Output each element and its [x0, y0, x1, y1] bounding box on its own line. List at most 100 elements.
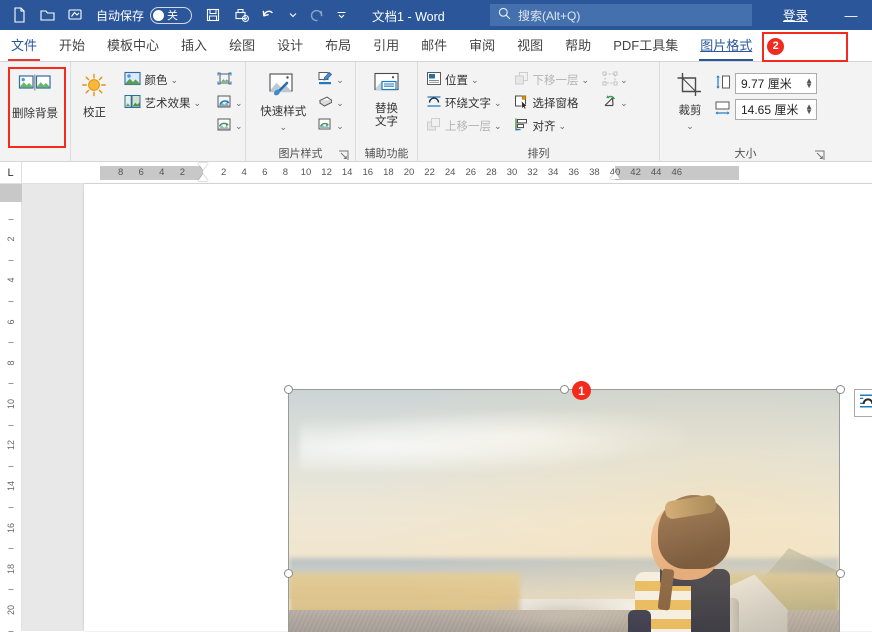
- tab-pdf-toolkit[interactable]: PDF工具集: [602, 31, 689, 61]
- resize-handle-top-left[interactable]: [284, 385, 293, 394]
- group-objects-button[interactable]: ⌄: [599, 69, 631, 91]
- chevron-down-icon[interactable]: ⌄: [620, 75, 628, 86]
- bring-forward-button[interactable]: 上移一层 ⌄: [422, 115, 506, 137]
- horizontal-ruler[interactable]: L 86422468101214161820222426283032343638…: [0, 162, 872, 184]
- open-folder-icon[interactable]: [34, 3, 60, 27]
- tab-design[interactable]: 设计: [266, 31, 314, 61]
- alt-text-label: 替换 文字: [375, 103, 398, 129]
- tab-references[interactable]: 引用: [362, 31, 410, 61]
- chevron-down-icon[interactable]: ⌄: [336, 98, 344, 109]
- tab-picture-format[interactable]: 图片格式: [689, 31, 763, 61]
- chevron-down-icon[interactable]: ⌄: [582, 75, 590, 86]
- touch-mode-icon[interactable]: [62, 3, 88, 27]
- chevron-down-icon[interactable]: ⌄: [494, 121, 502, 132]
- picture-effects-button[interactable]: ⌄: [314, 92, 347, 114]
- group-objects-icon: [602, 71, 618, 89]
- resize-handle-top-center[interactable]: [560, 385, 569, 394]
- remove-background-button[interactable]: 删除背景: [6, 66, 64, 121]
- hanging-indent-marker[interactable]: [198, 174, 208, 181]
- chevron-down-icon[interactable]: ⌄: [279, 122, 287, 132]
- chevron-down-icon[interactable]: ⌄: [170, 75, 178, 86]
- picture-style-icons: ⌄ ⌄ ⌄: [314, 66, 347, 137]
- resize-handle-middle-right[interactable]: [836, 569, 845, 578]
- rotate-objects-button[interactable]: ⌄: [599, 92, 631, 114]
- shape-width-input[interactable]: 14.65 厘米 ▲▼: [735, 99, 817, 120]
- chevron-down-icon[interactable]: ⌄: [686, 121, 694, 131]
- customize-qat-icon[interactable]: [332, 11, 350, 19]
- position-button[interactable]: 位置 ⌄: [422, 69, 506, 91]
- vertical-ruler-tick: [9, 589, 14, 590]
- ribbon-group-picture-styles: 快速样式 ⌄ ⌄ ⌄: [245, 62, 355, 162]
- wrap-text-button[interactable]: 环绕文字 ⌄: [422, 92, 506, 114]
- search-input[interactable]: 搜索(Alt+Q): [490, 4, 752, 26]
- undo-dropdown-icon[interactable]: [284, 12, 302, 18]
- tab-home[interactable]: 开始: [48, 31, 96, 61]
- resize-handle-top-right[interactable]: [836, 385, 845, 394]
- reset-picture-button[interactable]: ⌄: [213, 115, 246, 137]
- selected-picture[interactable]: [288, 389, 840, 632]
- new-document-icon[interactable]: [6, 3, 32, 27]
- document-title: 文档1 - Word: [372, 6, 445, 25]
- artistic-effects-button[interactable]: 艺术效果 ⌄: [120, 92, 205, 114]
- chevron-down-icon[interactable]: ⌄: [471, 75, 479, 86]
- tab-draw[interactable]: 绘图: [218, 31, 266, 61]
- quick-styles-button[interactable]: 快速样式 ⌄: [254, 66, 312, 133]
- undo-icon[interactable]: [256, 3, 282, 27]
- chevron-down-icon[interactable]: ⌄: [336, 121, 344, 132]
- alt-text-button[interactable]: 替换 文字: [358, 66, 416, 130]
- corrections-button[interactable]: 校正: [70, 66, 118, 120]
- tab-help[interactable]: 帮助: [554, 31, 602, 61]
- print-preview-icon[interactable]: [228, 3, 254, 27]
- group-title-arrange: 排列: [422, 146, 655, 162]
- shape-width-field: 14.65 厘米 ▲▼: [714, 98, 817, 120]
- minimize-button[interactable]: —: [830, 0, 872, 30]
- shape-height-field: 9.77 厘米 ▲▼: [714, 72, 817, 94]
- tab-mailings[interactable]: 邮件: [410, 31, 458, 61]
- remove-background-icon: [18, 74, 52, 105]
- vertical-ruler-tick: [9, 383, 14, 384]
- size-dialog-launcher-icon[interactable]: [814, 150, 825, 161]
- selection-pane-button[interactable]: 选择窗格: [510, 92, 594, 114]
- chevron-down-icon[interactable]: ⌄: [235, 98, 243, 109]
- change-picture-button[interactable]: ⌄: [213, 92, 246, 114]
- tab-view[interactable]: 视图: [506, 31, 554, 61]
- chevron-down-icon[interactable]: ⌄: [559, 121, 567, 132]
- chevron-down-icon[interactable]: ⌄: [193, 98, 201, 109]
- redo-icon[interactable]: [304, 3, 330, 27]
- tab-file[interactable]: 文件: [0, 31, 48, 61]
- picture-layout-button[interactable]: ⌄: [314, 115, 347, 137]
- shape-width-stepper[interactable]: ▲▼: [805, 104, 813, 114]
- ruler-track[interactable]: 8642246810121416182022242628303234363840…: [22, 166, 872, 180]
- save-icon[interactable]: [200, 3, 226, 27]
- tab-stop-selector[interactable]: L: [0, 162, 22, 184]
- ruler-tick-label: 42: [630, 166, 641, 180]
- chevron-down-icon[interactable]: ⌄: [494, 98, 502, 109]
- autosave-toggle[interactable]: 关: [150, 7, 192, 24]
- document-page[interactable]: 1: [84, 184, 872, 631]
- tab-review[interactable]: 审阅: [458, 31, 506, 61]
- shape-height-stepper[interactable]: ▲▼: [805, 78, 813, 88]
- ruler-tick-label: 18: [383, 166, 394, 180]
- picture-border-button[interactable]: ⌄: [314, 69, 347, 91]
- document-canvas[interactable]: 1: [22, 184, 872, 631]
- crop-button[interactable]: 裁剪 ⌄: [668, 66, 712, 132]
- chevron-down-icon[interactable]: ⌄: [620, 98, 628, 109]
- right-indent-marker[interactable]: [610, 172, 620, 179]
- align-objects-button[interactable]: 对齐 ⌄: [510, 115, 594, 137]
- picture-effects-icon: [317, 94, 334, 112]
- first-line-indent-marker[interactable]: [198, 163, 208, 170]
- vertical-ruler[interactable]: 2468101214161820: [0, 184, 22, 631]
- chevron-down-icon[interactable]: ⌄: [235, 121, 243, 132]
- compress-pictures-button[interactable]: [213, 69, 246, 91]
- picture-color-button[interactable]: 颜色 ⌄: [120, 69, 205, 91]
- picture-styles-dialog-launcher-icon[interactable]: [338, 150, 349, 161]
- sign-in-link[interactable]: 登录: [783, 5, 808, 24]
- send-backward-button[interactable]: 下移一层 ⌄: [510, 69, 594, 91]
- tab-template-center[interactable]: 模板中心: [96, 31, 170, 61]
- tab-layout[interactable]: 布局: [314, 31, 362, 61]
- tab-insert[interactable]: 插入: [170, 31, 218, 61]
- layout-options-button[interactable]: [854, 389, 872, 417]
- shape-height-input[interactable]: 9.77 厘米 ▲▼: [735, 73, 817, 94]
- resize-handle-middle-left[interactable]: [284, 569, 293, 578]
- chevron-down-icon[interactable]: ⌄: [336, 75, 344, 86]
